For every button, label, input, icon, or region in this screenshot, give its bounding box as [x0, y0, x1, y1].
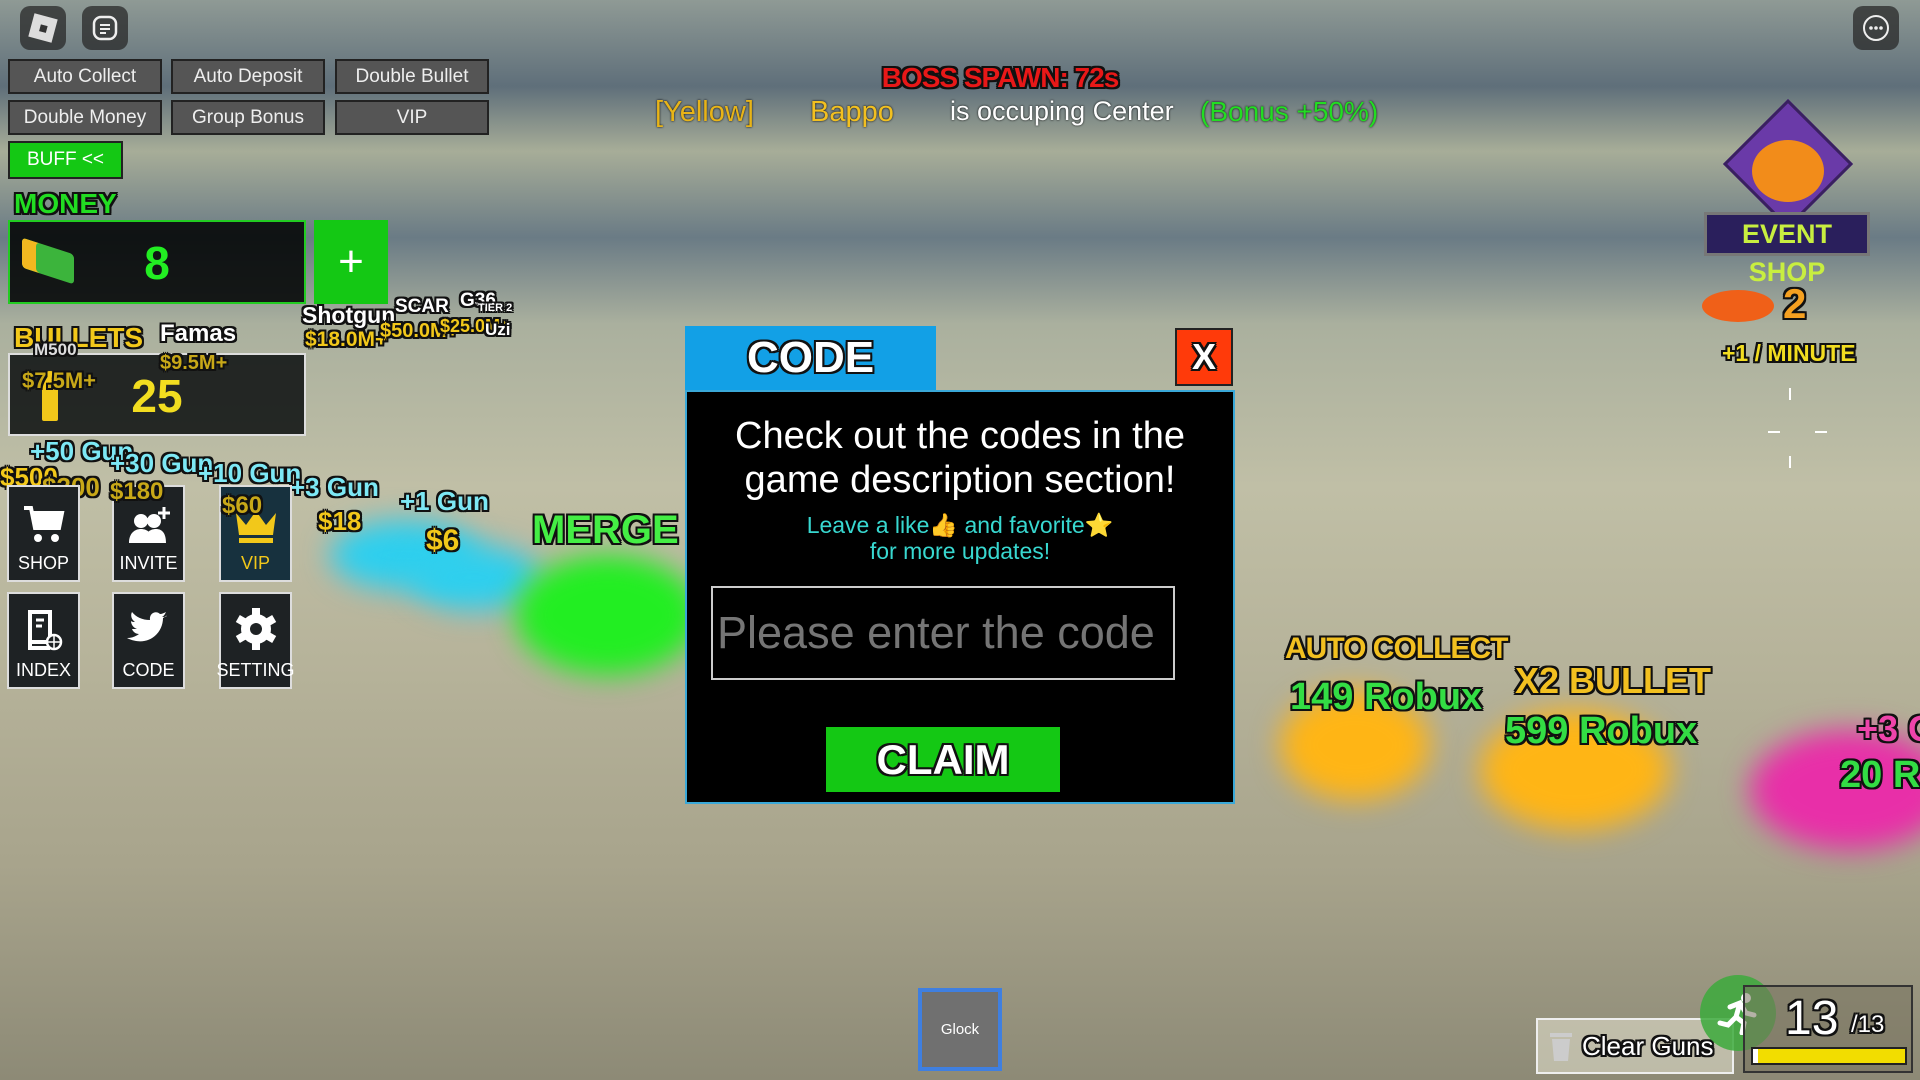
money-value: 8	[144, 237, 170, 289]
money-label: MONEY	[14, 188, 117, 219]
capacity-current: 13	[1785, 992, 1839, 1045]
cart-icon	[23, 506, 64, 542]
occupy-message: is occuping Center	[950, 96, 1174, 126]
roblox-logo-icon	[28, 13, 58, 43]
tile-label: SETTING	[216, 660, 295, 680]
gun-capacity-panel: 13 /13	[1743, 985, 1913, 1073]
claim-button[interactable]: CLAIM	[826, 727, 1060, 792]
setting-button[interactable]: SETTING	[216, 592, 295, 689]
capacity-max: /13	[1851, 1011, 1885, 1038]
bonus-label: (Bonus +50%)	[1200, 96, 1379, 127]
chat-button[interactable]	[82, 6, 128, 50]
bullets-display: 25	[8, 353, 306, 436]
more-menu-button[interactable]	[1853, 6, 1899, 50]
index-button[interactable]: INDEX	[7, 592, 80, 689]
event-shop-label: EVENT SHOP	[1704, 212, 1870, 287]
tile-label: CODE	[122, 660, 175, 680]
gun-tier: TIER 2	[478, 302, 513, 314]
vip-buff-button[interactable]: VIP	[335, 100, 489, 135]
tile-label: VIP	[240, 553, 270, 573]
gear-icon	[235, 608, 276, 650]
buff-toggle-button[interactable]: BUFF <<	[8, 141, 123, 179]
shop-button[interactable]: SHOP	[7, 485, 80, 582]
player-name: Bappo	[810, 96, 894, 128]
team-label: [Yellow]	[655, 96, 754, 128]
merge-pad	[515, 555, 700, 675]
boss-spawn-timer: BOSS SPAWN: 72s	[881, 62, 1120, 93]
clear-guns-label: Clear Guns	[1582, 1030, 1714, 1061]
twitter-bird-icon	[126, 612, 167, 642]
pad-label: +3 G	[1857, 708, 1920, 749]
crosshair-icon	[1768, 388, 1827, 468]
chat-icon	[92, 15, 118, 41]
gun-price: $7.5M+	[22, 368, 96, 393]
pad-label: X2 BULLET	[1515, 660, 1712, 701]
money-display: 8	[8, 220, 306, 304]
upgrade-price: $6	[426, 524, 460, 557]
add-money-button[interactable]: +	[314, 220, 388, 304]
code-modal: CODE X Check out the codes in the game d…	[685, 326, 1235, 804]
modal-heading: Check out the codes in the game descript…	[735, 415, 1185, 501]
code-input[interactable]	[711, 586, 1175, 680]
upgrade-price: $18	[318, 506, 362, 536]
modal-subtext: Leave a like👍 and favorite⭐	[806, 512, 1114, 538]
index-book-icon	[27, 610, 62, 651]
merge-label: MERGE	[532, 508, 679, 552]
candy-rate: +1 / MINUTE	[1722, 340, 1856, 366]
roblox-menu-button[interactable]	[20, 6, 66, 50]
tile-label: SHOP	[17, 553, 69, 573]
event-shop-button[interactable]: EVENT SHOP	[1700, 98, 1875, 287]
capacity-bar	[1751, 1047, 1907, 1065]
gun-label: SCAR	[395, 296, 449, 317]
more-icon	[1863, 15, 1889, 41]
pumpkin-icon	[1752, 140, 1824, 202]
upgrade-price: $60	[222, 492, 263, 519]
double-money-button[interactable]: Double Money	[8, 100, 162, 135]
gun-price: $18.0M+	[305, 328, 388, 351]
tile-label: INVITE	[119, 553, 178, 573]
pad-label: AUTO COLLECT	[1285, 632, 1508, 665]
upgrade-price: $180	[110, 478, 164, 505]
code-tab: CODE	[685, 326, 936, 390]
pad-price: 599 Robux	[1505, 710, 1698, 752]
code-button[interactable]: CODE	[112, 592, 185, 689]
group-bonus-button[interactable]: Group Bonus	[171, 100, 325, 135]
trash-icon	[1550, 1033, 1572, 1061]
capacity-bar-fill	[1757, 1049, 1905, 1063]
gun-price: $9.5M+	[160, 352, 228, 374]
upgrade-label: +3 Gun	[290, 472, 379, 502]
candy-count: 2	[1783, 280, 1807, 327]
pad-price: 20 R	[1840, 754, 1920, 796]
gun-label: Uzi	[485, 320, 511, 339]
modal-subtext: for more updates!	[869, 538, 1051, 564]
gun-label: Famas	[160, 320, 237, 347]
candy-icon	[1702, 290, 1774, 322]
invite-icon	[128, 507, 170, 543]
upgrade-label: +1 Gun	[400, 486, 489, 516]
gun-label: M500	[34, 340, 77, 359]
hotbar-slot-1[interactable]: Glock	[918, 988, 1002, 1071]
tile-label: INDEX	[15, 660, 71, 680]
close-button[interactable]: X	[1175, 328, 1233, 386]
pad-price: 149 Robux	[1290, 676, 1483, 718]
